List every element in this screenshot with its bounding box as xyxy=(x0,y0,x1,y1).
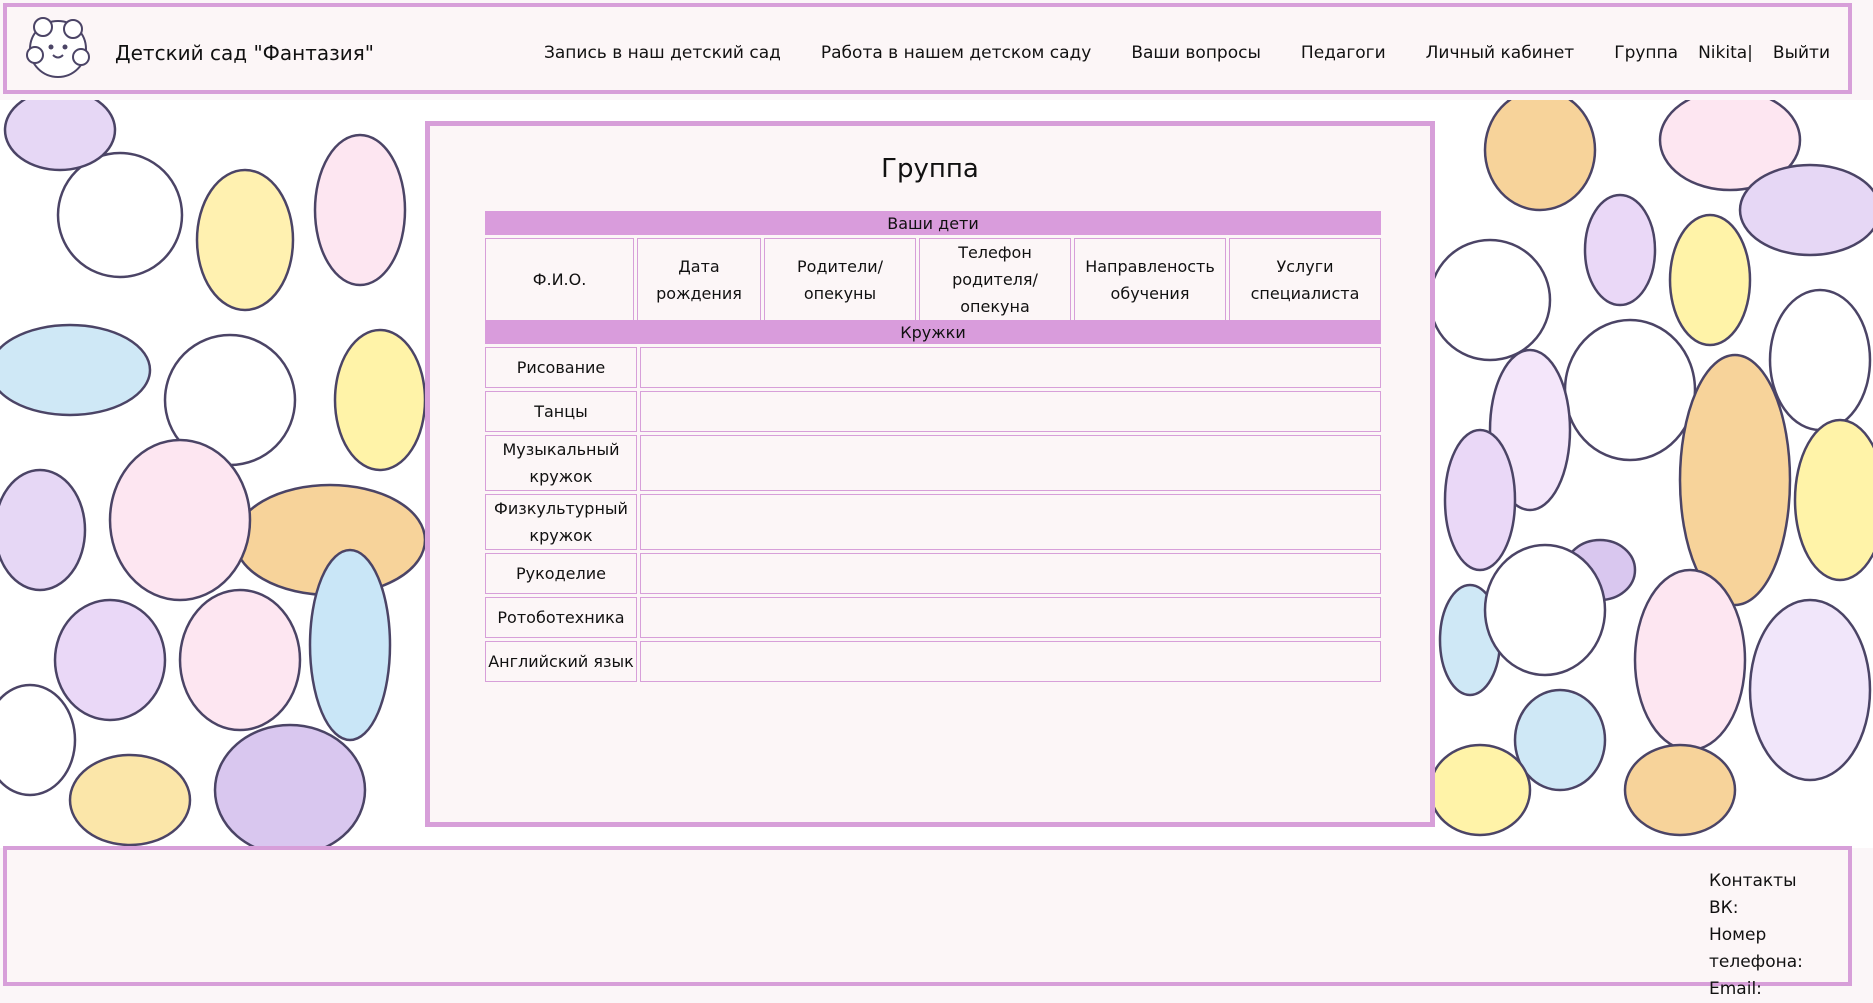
column-header: Ф.И.О. xyxy=(485,238,634,321)
club-value-cell xyxy=(640,494,1381,550)
column-header: Дата рождения xyxy=(637,238,761,321)
column-header: Телефон родителя/ опекуна xyxy=(919,238,1071,321)
table-row: Музыкальный кружок xyxy=(485,435,1381,491)
table-row: Физкультурный кружок xyxy=(485,494,1381,550)
nav-logout[interactable]: Выйти xyxy=(1773,43,1830,63)
table-row: Ф.И.О. Дата рождения Родители/ опекуны Т… xyxy=(485,238,1381,321)
club-name: Ротоботехника xyxy=(485,597,637,638)
club-name: Физкультурный кружок xyxy=(485,494,637,550)
club-name: Музыкальный кружок xyxy=(485,435,637,491)
children-table-caption: Ваши дети xyxy=(485,211,1381,235)
club-name: Танцы xyxy=(485,391,637,432)
nav-link-account[interactable]: Личный кабинет xyxy=(1426,43,1575,63)
nav-username[interactable]: Nikita| xyxy=(1698,43,1753,63)
club-value-cell xyxy=(640,435,1381,491)
nav-link-questions[interactable]: Ваши вопросы xyxy=(1131,43,1261,63)
nav-link-teachers[interactable]: Педагоги xyxy=(1301,43,1386,63)
club-name: Рисование xyxy=(485,347,637,388)
table-row: Английский язык xyxy=(485,641,1381,682)
contact-phone: Номер телефона: xyxy=(1709,925,1803,972)
club-value-cell xyxy=(640,347,1381,388)
table-row: Рукоделие xyxy=(485,553,1381,594)
contact-email: Email: xyxy=(1709,979,1762,999)
column-header: Направленость обучения xyxy=(1074,238,1226,321)
children-table: Ваши дети Ф.И.О. Дата рождения Родители/… xyxy=(482,208,1384,324)
site-footer: Контакты ВК: Номер телефона: Email: xyxy=(3,846,1852,999)
table-row: Ротоботехника xyxy=(485,597,1381,638)
page-title: Группа xyxy=(881,154,979,184)
group-panel: Группа Ваши дети Ф.И.О. Дата рождения Ро… xyxy=(425,121,1435,827)
column-header: Услуги специалиста xyxy=(1229,238,1381,321)
club-value-cell xyxy=(640,553,1381,594)
club-value-cell xyxy=(640,391,1381,432)
main-nav: Запись в наш детский сад Работа в нашем … xyxy=(504,43,1830,63)
club-value-cell xyxy=(640,641,1381,682)
club-name: Рукоделие xyxy=(485,553,637,594)
contact-vk: ВК: xyxy=(1709,898,1739,918)
site-brand[interactable]: Детский сад "Фантазия" xyxy=(115,41,374,65)
clubs-table: Кружки Рисование Танцы Музыкальный кружо… xyxy=(482,317,1384,685)
club-value-cell xyxy=(640,597,1381,638)
site-header: Детский сад "Фантазия" Запись в наш детс… xyxy=(3,3,1852,94)
clubs-table-caption: Кружки xyxy=(485,320,1381,344)
nav-link-enroll[interactable]: Запись в наш детский сад xyxy=(544,43,781,63)
club-name: Английский язык xyxy=(485,641,637,682)
contacts-block: Контакты ВК: Номер телефона: Email: xyxy=(1709,868,1848,1003)
cloud-ghost-logo[interactable] xyxy=(23,13,93,85)
table-row: Рисование xyxy=(485,347,1381,388)
contacts-heading: Контакты xyxy=(1709,871,1797,891)
column-header: Родители/ опекуны xyxy=(764,238,916,321)
nav-link-group[interactable]: Группа xyxy=(1614,43,1678,63)
table-row: Танцы xyxy=(485,391,1381,432)
nav-link-jobs[interactable]: Работа в нашем детском саду xyxy=(821,43,1091,63)
